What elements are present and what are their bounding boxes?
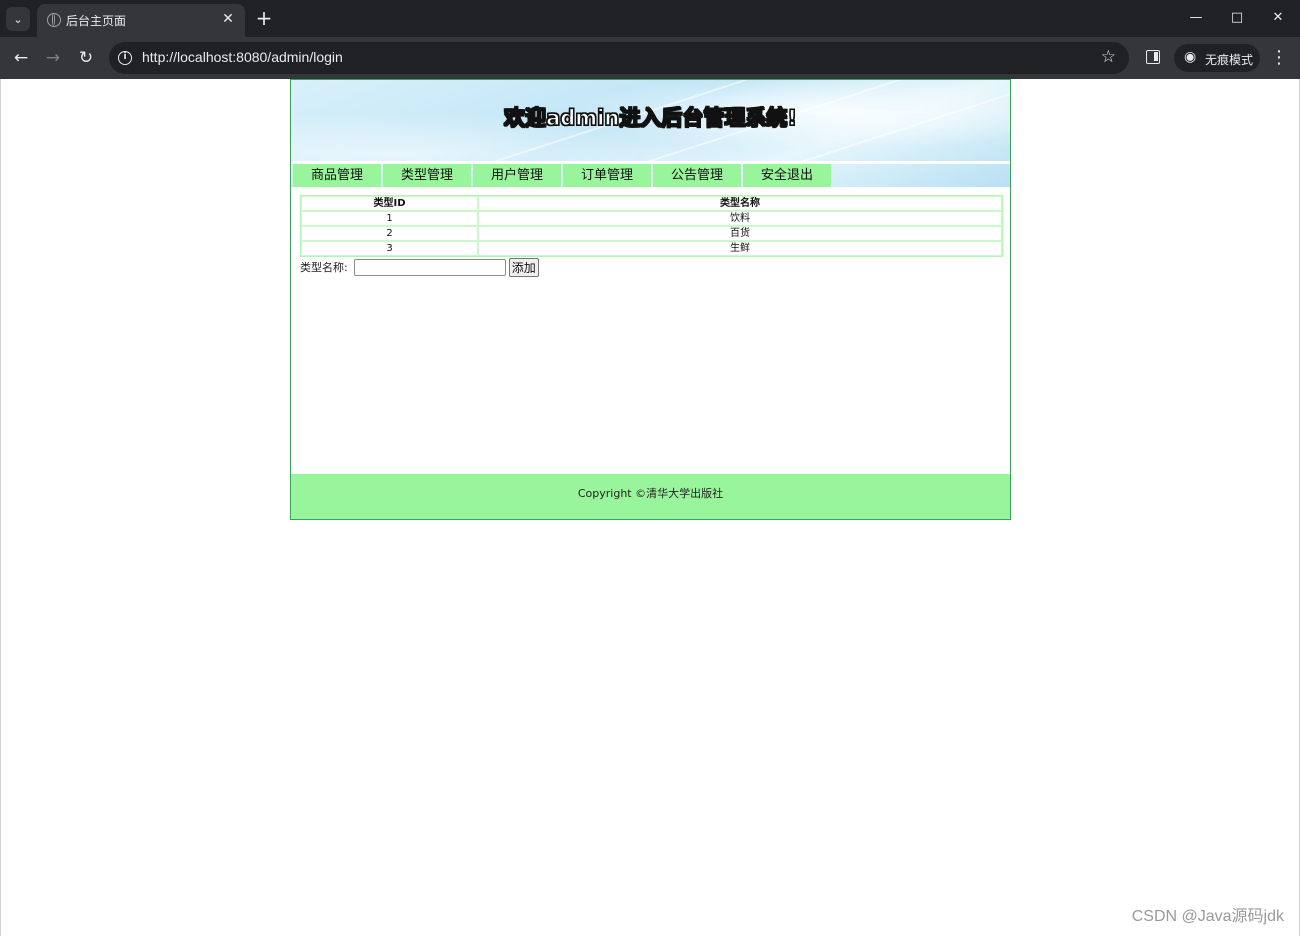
table-row: 2 百货: [301, 226, 1002, 241]
table-header-row: 类型ID 类型名称: [301, 196, 1002, 211]
copyright-text: Copyright ©清华大学出版社: [577, 487, 724, 500]
category-table: 类型ID 类型名称 1 饮料 2 百货 3 生鲜: [300, 195, 1003, 257]
browser-toolbar: ← → ↻ i http://localhost:8080/admin/logi…: [0, 37, 1300, 79]
cell-type-name: 生鲜: [478, 241, 1002, 256]
browser-tab-active[interactable]: 后台主页面 ✕: [37, 4, 245, 37]
cell-type-id: 1: [301, 211, 478, 226]
tab-title: 后台主页面: [66, 14, 127, 28]
add-category-form: 类型名称: 添加: [300, 256, 539, 278]
minimize-window-icon[interactable]: —: [1176, 6, 1216, 30]
watermark: CSDN @Java源码jdk: [1131, 908, 1284, 925]
admin-nav-menu: 商品管理 类型管理 用户管理 订单管理 公告管理 安全退出: [293, 164, 831, 187]
column-header-type-id: 类型ID: [301, 196, 478, 211]
menu-item-users[interactable]: 用户管理: [473, 164, 561, 187]
new-tab-plus-icon[interactable]: +: [254, 8, 274, 28]
more-menu-icon[interactable]: ⋮: [1270, 46, 1288, 70]
chevron-down-icon: ⌄: [13, 12, 23, 26]
table-row: 1 饮料: [301, 211, 1002, 226]
incognito-label: 无痕模式: [1205, 53, 1254, 67]
browser-tabbar: ⌄ 后台主页面 ✕ + — □ ✕: [0, 0, 1300, 37]
menu-item-logout[interactable]: 安全退出: [743, 164, 831, 187]
tab-search-button[interactable]: ⌄: [6, 7, 30, 31]
forward-arrow-icon[interactable]: →: [41, 46, 65, 70]
column-header-type-name: 类型名称: [478, 196, 1002, 211]
cell-type-id: 3: [301, 241, 478, 256]
address-url[interactable]: http://localhost:8080/admin/login: [142, 49, 343, 65]
reload-icon[interactable]: ↻: [74, 46, 98, 70]
back-arrow-icon[interactable]: ←: [9, 46, 33, 70]
incognito-indicator[interactable]: ◉ 无痕模式: [1174, 44, 1260, 72]
menu-item-categories[interactable]: 类型管理: [383, 164, 471, 187]
type-name-label: 类型名称:: [300, 261, 348, 274]
menu-item-products[interactable]: 商品管理: [293, 164, 381, 187]
bookmark-star-icon[interactable]: ☆: [1101, 47, 1116, 67]
page-footer: Copyright ©清华大学出版社: [291, 474, 1010, 519]
side-panel-icon[interactable]: [1146, 50, 1160, 64]
close-tab-icon[interactable]: ✕: [219, 10, 237, 28]
type-name-input[interactable]: [353, 258, 506, 276]
cell-type-id: 2: [301, 226, 478, 241]
address-bar[interactable]: i http://localhost:8080/admin/login ☆: [109, 42, 1129, 74]
cell-type-name: 饮料: [478, 211, 1002, 226]
globe-icon: [47, 13, 61, 27]
menu-item-orders[interactable]: 订单管理: [563, 164, 651, 187]
maximize-window-icon[interactable]: □: [1217, 6, 1257, 30]
welcome-title: 欢迎admin进入后台管理系统!: [503, 105, 797, 130]
incognito-icon: ◉: [1184, 49, 1197, 65]
site-info-icon[interactable]: i: [118, 51, 132, 65]
cell-type-name: 百货: [478, 226, 1002, 241]
add-button[interactable]: 添加: [508, 257, 539, 277]
menu-item-notices[interactable]: 公告管理: [653, 164, 741, 187]
admin-page-container: 欢迎admin进入后台管理系统! 商品管理 类型管理 用户管理 订单管理 公告管…: [290, 79, 1011, 520]
close-window-icon[interactable]: ✕: [1258, 6, 1298, 30]
table-row: 3 生鲜: [301, 241, 1002, 256]
